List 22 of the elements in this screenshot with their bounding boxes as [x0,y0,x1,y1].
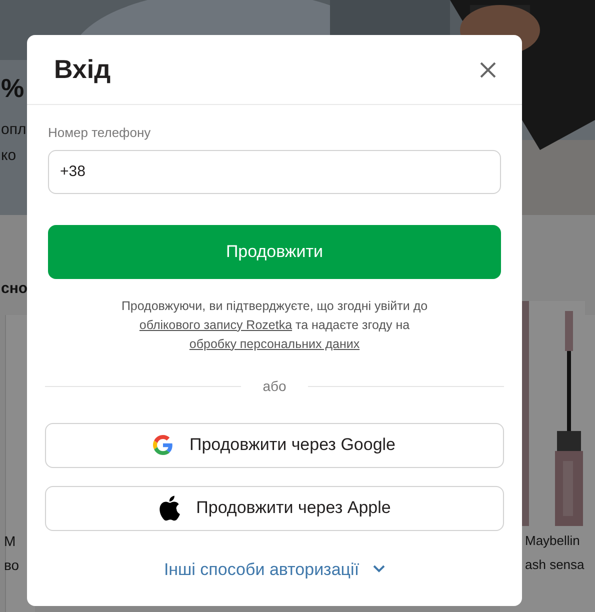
close-button[interactable] [478,60,498,80]
banner-text: опл [1,120,26,140]
divider-label: або [262,376,288,396]
chevron-down-icon [373,565,386,574]
apple-sign-in-button[interactable]: Продовжити через Apple [45,486,504,530]
product-title: во [4,556,20,575]
product-title: Maybellin [525,532,580,550]
phone-field[interactable]: +38 [48,150,501,194]
field-label: Номер телефону [48,124,152,142]
google-icon [153,435,174,455]
consent-text: Продовжуючи, ви підтверджуєте, що згодні увійти до облікового запису Rozetka та надаєте згоду на обробку персональних даних [120,298,429,353]
apple-icon [158,495,180,521]
consent-link[interactable]: обробку персональних даних [189,336,360,350]
other-methods-link[interactable]: Інші способи авторизації [164,556,386,582]
google-sign-in-button[interactable]: Продовжити через Google [45,422,504,468]
consent-link[interactable]: облікового запису Rozetka [139,318,292,332]
section-heading: сно [1,280,28,297]
product-title: ash sensa [525,556,584,574]
banner-text: ко [1,146,16,166]
dialog-title: Вхід [54,53,111,86]
product-title: М [4,532,16,551]
banner-text: % [1,72,24,104]
